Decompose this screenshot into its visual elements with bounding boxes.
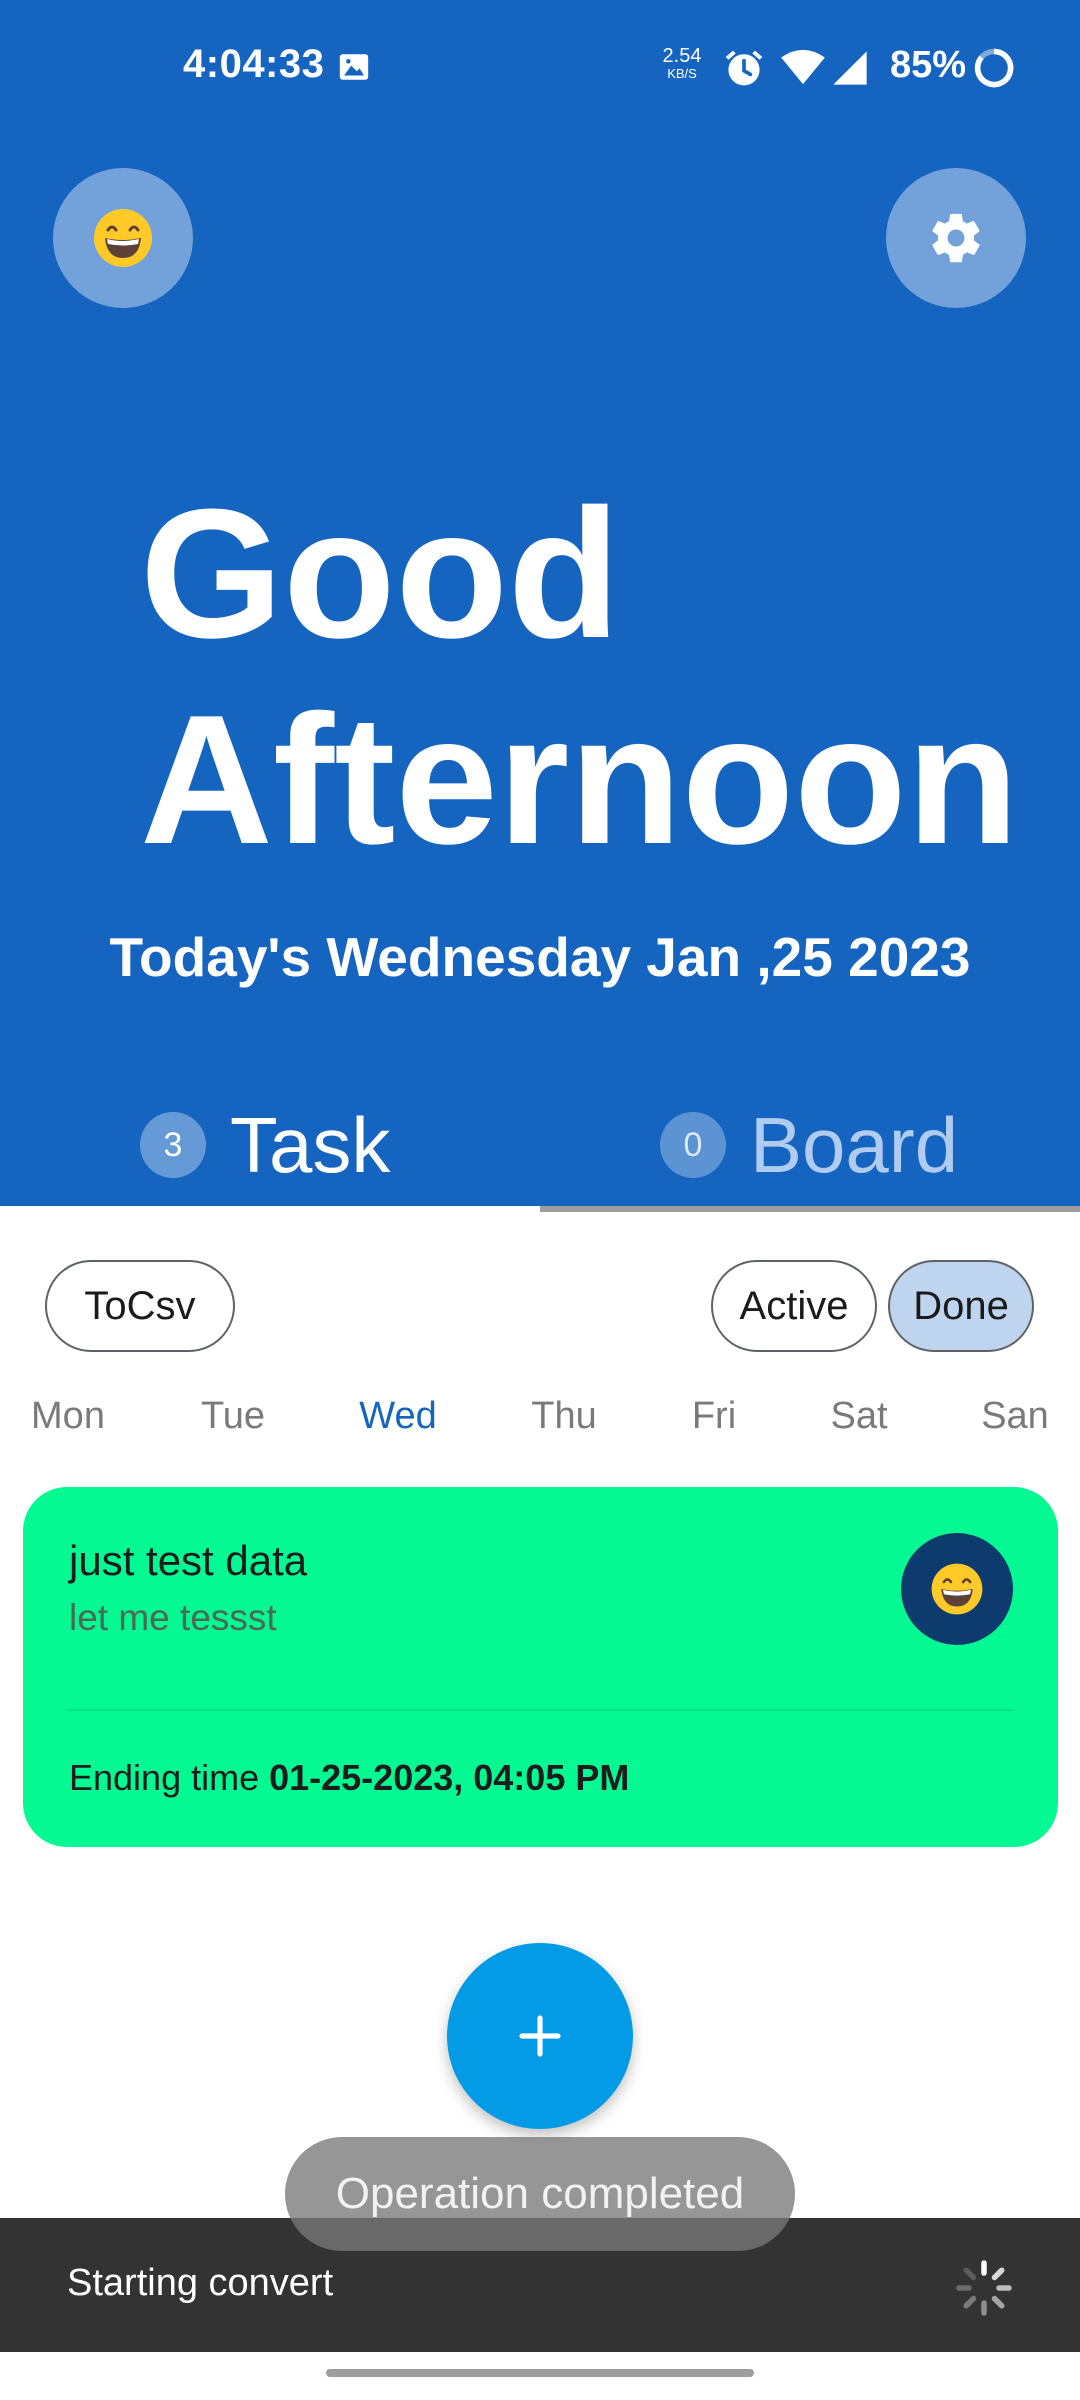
settings-button[interactable]: [886, 168, 1026, 308]
ending-time-value: 01-25-2023, 04:05 PM: [269, 1757, 630, 1798]
status-time: 4:04:33: [183, 42, 325, 86]
tab-task-label: Task: [230, 1100, 391, 1189]
board-count-badge: 0: [660, 1112, 726, 1178]
task-count-badge: 3: [140, 1112, 206, 1178]
filter-done-chip[interactable]: Done: [888, 1260, 1034, 1352]
alarm-icon: [725, 50, 763, 86]
add-task-button[interactable]: [447, 1943, 633, 2129]
status-bar: 4:04:33 2.54 KB/S 85%: [0, 0, 1080, 136]
tab-board[interactable]: 0 Board: [660, 1100, 958, 1190]
weekday-sun[interactable]: San: [955, 1395, 1075, 1438]
weekday-sat[interactable]: Sat: [799, 1395, 919, 1438]
task-title: just test data: [69, 1537, 308, 1584]
gesture-nav-handle[interactable]: [326, 2369, 754, 2377]
grinning-face-icon: [931, 1563, 983, 1615]
battery-icon: [974, 48, 1014, 88]
tab-board-label: Board: [750, 1100, 959, 1189]
weekday-fri[interactable]: Fri: [654, 1395, 774, 1438]
task-description: let me tessst: [69, 1597, 277, 1638]
task-card[interactable]: just test data let me tessst Ending time…: [23, 1487, 1058, 1847]
weekday-tue[interactable]: Tue: [173, 1395, 293, 1438]
battery-percent: 85%: [890, 44, 967, 86]
to-csv-button[interactable]: ToCsv: [45, 1260, 235, 1352]
tab-indicator: [0, 1206, 540, 1212]
snackbar-text: Starting convert: [67, 2262, 334, 2304]
plus-icon: [519, 2015, 561, 2057]
ending-time-label: Ending time: [69, 1757, 270, 1798]
network-speed-value: 2.54: [662, 45, 702, 67]
weekday-wed[interactable]: Wed: [338, 1395, 458, 1438]
header: 4:04:33 2.54 KB/S 85% Good Afternoon Tod…: [0, 0, 1080, 1212]
image-icon: [339, 54, 369, 80]
network-speed-unit: KB/S: [667, 66, 697, 81]
toast-message: Operation completed: [285, 2137, 795, 2251]
weekday-selector: Mon Tue Wed Thu Fri Sat San: [0, 1395, 1080, 1445]
greeting: Good Afternoon: [140, 470, 1040, 882]
filter-active-chip[interactable]: Active: [711, 1260, 877, 1352]
gear-icon: [932, 213, 980, 263]
task-avatar[interactable]: [901, 1533, 1013, 1645]
task-ending-time: Ending time 01-25-2023, 04:05 PM: [69, 1757, 629, 1799]
loading-spinner-icon: [956, 2260, 1012, 2316]
weekday-thu[interactable]: Thu: [504, 1395, 624, 1438]
tab-indicator-track: [540, 1206, 1080, 1212]
tab-task[interactable]: 3 Task: [140, 1100, 390, 1190]
date-text: Today's Wednesday Jan ,25 2023: [109, 926, 971, 988]
greeting-line-1: Good: [140, 470, 621, 676]
weekday-mon[interactable]: Mon: [8, 1395, 128, 1438]
cell-signal-icon: [833, 51, 867, 85]
wifi-icon: [781, 49, 825, 85]
card-divider: [67, 1709, 1015, 1711]
greeting-line-2: Afternoon: [140, 676, 1019, 882]
network-speed: 2.54 KB/S: [656, 45, 708, 82]
grinning-face-icon: [94, 209, 152, 267]
avatar-button[interactable]: [53, 168, 193, 308]
